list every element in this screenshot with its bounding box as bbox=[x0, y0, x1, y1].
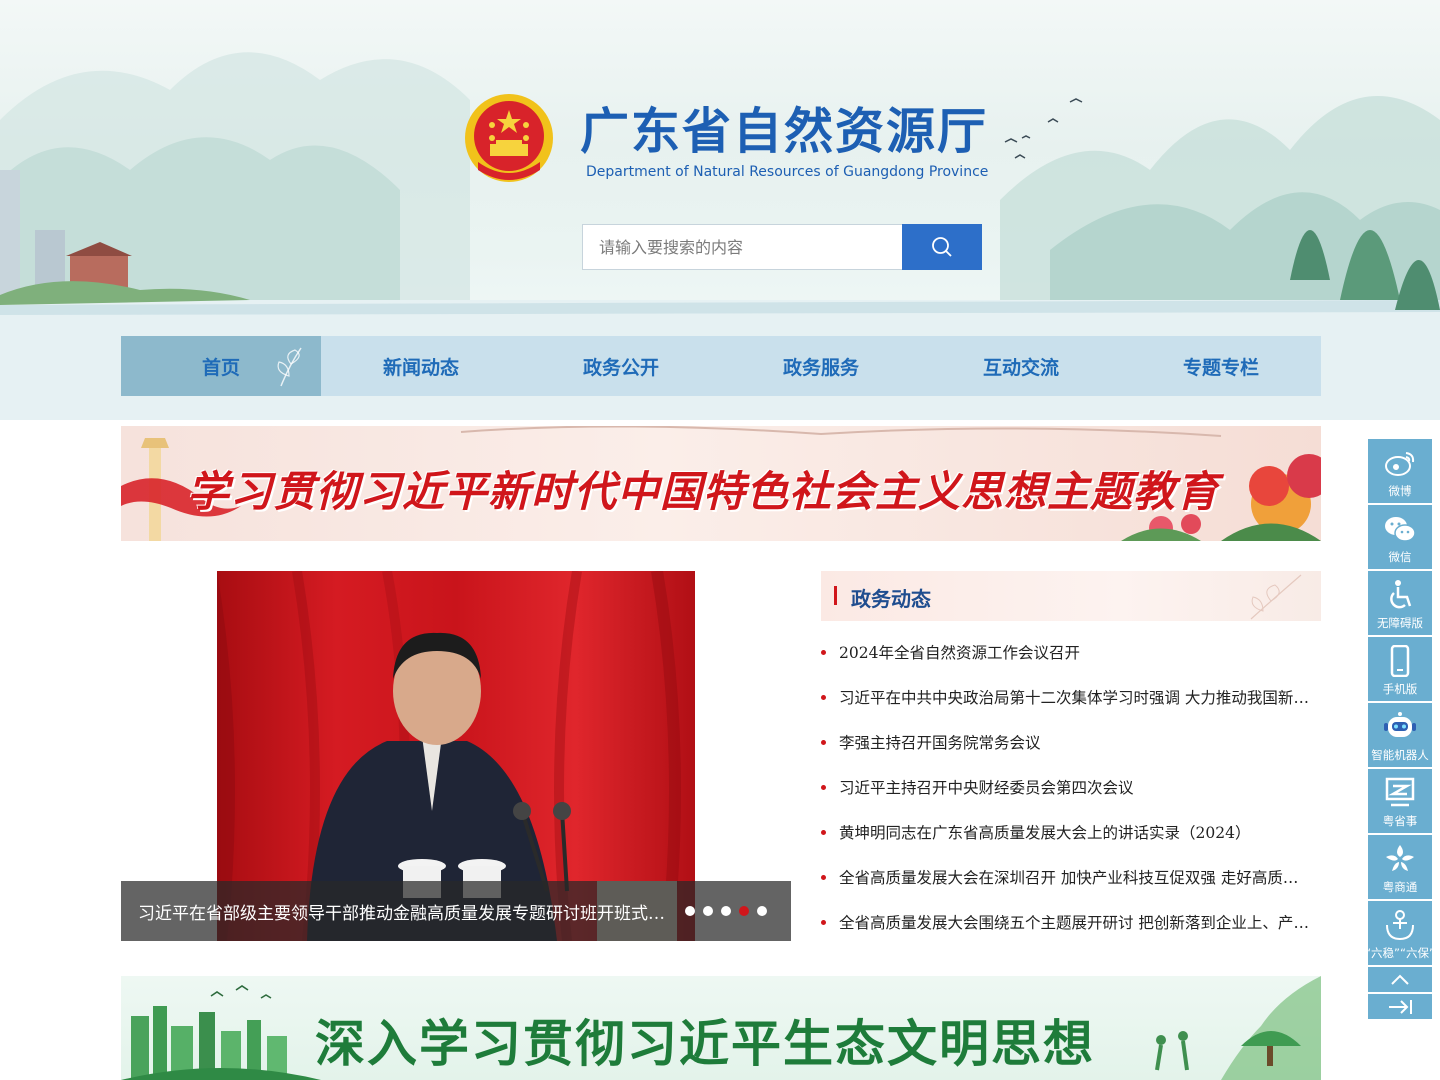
sidebar-item-yueshengshi[interactable]: 粤省事 bbox=[1368, 769, 1432, 833]
bullet-icon bbox=[821, 650, 826, 655]
sidebar-label: 微信 bbox=[1388, 550, 1412, 564]
mobile-icon bbox=[1390, 645, 1410, 677]
sidebar-item-mobile[interactable]: 手机版 bbox=[1368, 637, 1432, 701]
nav-item-label: 新闻动态 bbox=[382, 356, 459, 379]
collapse-toolbar-button[interactable] bbox=[1368, 994, 1432, 1019]
list-item[interactable]: 黄坤明同志在广东省高质量发展大会上的讲话实录（2024） bbox=[821, 821, 1321, 866]
news-link[interactable]: 李强主持召开国务院常务会议 bbox=[839, 731, 1311, 755]
search-button[interactable] bbox=[902, 224, 982, 270]
nav-item-news[interactable]: 新闻动态 bbox=[321, 336, 521, 396]
list-item[interactable]: 习近平在中共中央政治局第十二次集体学习时强调 大力推动我国新能源高质量发展 bbox=[821, 686, 1321, 731]
carousel-caption[interactable]: 习近平在省部级主要领导干部推动金融高质量发展专题研讨班开班式上发表重要讲话 bbox=[138, 899, 668, 924]
sidebar-item-robot[interactable]: 智能机器人 bbox=[1368, 703, 1432, 767]
nav-item-label: 政务公开 bbox=[582, 356, 659, 379]
bullet-icon bbox=[821, 830, 826, 835]
list-item[interactable]: 李强主持召开国务院常务会议 bbox=[821, 731, 1321, 776]
banner-headline: 学习贯彻习近平新时代中国特色社会主义思想主题教育 bbox=[187, 467, 1220, 516]
bullet-icon bbox=[821, 695, 826, 700]
site-title: 广东省自然资源厅 bbox=[580, 103, 989, 160]
news-link[interactable]: 全省高质量发展大会在深圳召开 加快产业科技互促双强 走好高质量发展之路 bbox=[839, 866, 1311, 890]
sidebar-label: 智能机器人 bbox=[1371, 748, 1429, 762]
list-item[interactable]: 全省高质量发展大会围绕五个主题展开研讨 把创新落到企业上、产业上 bbox=[821, 911, 1321, 956]
sidebar-label: 粤商通 bbox=[1382, 880, 1418, 894]
nav-item-label: 互动交流 bbox=[982, 356, 1059, 379]
weibo-icon bbox=[1384, 447, 1416, 479]
search-icon bbox=[932, 237, 952, 257]
liuwen-liubao-icon bbox=[1384, 909, 1416, 941]
list-item[interactable]: 习近平主持召开中央财经委员会第四次会议 bbox=[821, 776, 1321, 821]
robot-icon bbox=[1383, 711, 1417, 743]
news-carousel[interactable]: 习近平在省部级主要领导干部推动金融高质量发展专题研讨班开班式上发表重要讲话 bbox=[121, 571, 791, 941]
carousel-dot[interactable] bbox=[685, 906, 695, 916]
sidebar-label: “六稳”“六保” bbox=[1365, 946, 1435, 960]
carousel-dots bbox=[685, 906, 767, 916]
carousel-dot-active[interactable] bbox=[739, 906, 749, 916]
sidebar-item-yueshangtong[interactable]: 粤商通 bbox=[1368, 835, 1432, 899]
bullet-icon bbox=[821, 875, 826, 880]
yueshengshi-icon bbox=[1385, 777, 1415, 809]
carousel-dot[interactable] bbox=[757, 906, 767, 916]
flower-decoration-icon bbox=[1250, 574, 1302, 620]
bullet-icon bbox=[821, 740, 826, 745]
banner-headline: 深入学习贯彻习近平生态文明思想 bbox=[315, 1015, 1095, 1073]
chevron-up-icon bbox=[1391, 974, 1409, 985]
bullet-icon bbox=[821, 785, 826, 790]
news-list: 2024年全省自然资源工作会议召开 习近平在中共中央政治局第十二次集体学习时强调… bbox=[821, 641, 1321, 956]
national-emblem-logo bbox=[462, 92, 556, 188]
bullet-icon bbox=[821, 920, 826, 925]
carousel-dot[interactable] bbox=[721, 906, 731, 916]
carousel-dot[interactable] bbox=[703, 906, 713, 916]
sidebar-item-wechat[interactable]: 微信 bbox=[1368, 505, 1432, 569]
side-toolbar: 微博 微信 无障碍版 手机版 智能机器人 粤省事 粤商通 “六稳”“六保” bbox=[1365, 439, 1435, 1021]
nav-item-label: 专题专栏 bbox=[1182, 356, 1259, 379]
wechat-icon bbox=[1384, 513, 1416, 545]
search-box bbox=[582, 224, 982, 270]
sidebar-item-weibo[interactable]: 微博 bbox=[1368, 439, 1432, 503]
accessibility-icon bbox=[1385, 579, 1415, 611]
nav-item-services[interactable]: 政务服务 bbox=[721, 336, 921, 396]
search-input[interactable] bbox=[583, 225, 903, 269]
government-news-panel: 政务动态 2024年全省自然资源工作会议召开 习近平在中共中央政治局第十二次集体… bbox=[821, 571, 1321, 941]
news-panel-header: 政务动态 bbox=[821, 571, 1321, 621]
sidebar-label: 手机版 bbox=[1382, 682, 1418, 696]
sidebar-label: 微博 bbox=[1388, 484, 1412, 498]
news-link[interactable]: 习近平在中共中央政治局第十二次集体学习时强调 大力推动我国新能源高质量发展 bbox=[839, 686, 1311, 710]
nav-item-home[interactable]: 首页 bbox=[121, 336, 321, 396]
yueshangtong-icon bbox=[1384, 843, 1416, 875]
sidebar-item-accessibility[interactable]: 无障碍版 bbox=[1368, 571, 1432, 635]
news-panel-title[interactable]: 政务动态 bbox=[851, 583, 931, 612]
magnolia-decoration-icon bbox=[277, 347, 302, 387]
nav-item-label: 首页 bbox=[201, 356, 240, 379]
nav-item-topics[interactable]: 专题专栏 bbox=[1121, 336, 1321, 396]
theme-education-banner[interactable]: 学习贯彻习近平新时代中国特色社会主义思想主题教育 bbox=[121, 426, 1321, 541]
nav-item-interaction[interactable]: 互动交流 bbox=[921, 336, 1121, 396]
sidebar-label: 无障碍版 bbox=[1377, 616, 1423, 630]
news-link[interactable]: 黄坤明同志在广东省高质量发展大会上的讲话实录（2024） bbox=[839, 821, 1311, 845]
nav-item-public-affairs[interactable]: 政务公开 bbox=[521, 336, 721, 396]
title-marker bbox=[834, 586, 837, 605]
site-subtitle: Department of Natural Resources of Guang… bbox=[586, 164, 989, 180]
nav-item-label: 政务服务 bbox=[782, 356, 859, 379]
carousel-caption-bar: 习近平在省部级主要领导干部推动金融高质量发展专题研讨班开班式上发表重要讲话 bbox=[121, 881, 791, 941]
main-nav: 首页 新闻动态 政务公开 政务服务 互动交流 专题专栏 bbox=[121, 336, 1321, 396]
news-link[interactable]: 全省高质量发展大会围绕五个主题展开研讨 把创新落到企业上、产业上 bbox=[839, 911, 1311, 935]
list-item[interactable]: 全省高质量发展大会在深圳召开 加快产业科技互促双强 走好高质量发展之路 bbox=[821, 866, 1321, 911]
sidebar-item-liuwen-liubao[interactable]: “六稳”“六保” bbox=[1365, 901, 1435, 965]
list-item[interactable]: 2024年全省自然资源工作会议召开 bbox=[821, 641, 1321, 686]
ecological-civilization-banner[interactable]: 深入学习贯彻习近平生态文明思想 bbox=[121, 976, 1321, 1080]
news-link[interactable]: 习近平主持召开中央财经委员会第四次会议 bbox=[839, 776, 1311, 800]
news-link[interactable]: 2024年全省自然资源工作会议召开 bbox=[839, 641, 1311, 665]
collapse-right-icon bbox=[1389, 999, 1412, 1014]
sidebar-label: 粤省事 bbox=[1382, 814, 1418, 828]
back-to-top-button[interactable] bbox=[1368, 967, 1432, 992]
